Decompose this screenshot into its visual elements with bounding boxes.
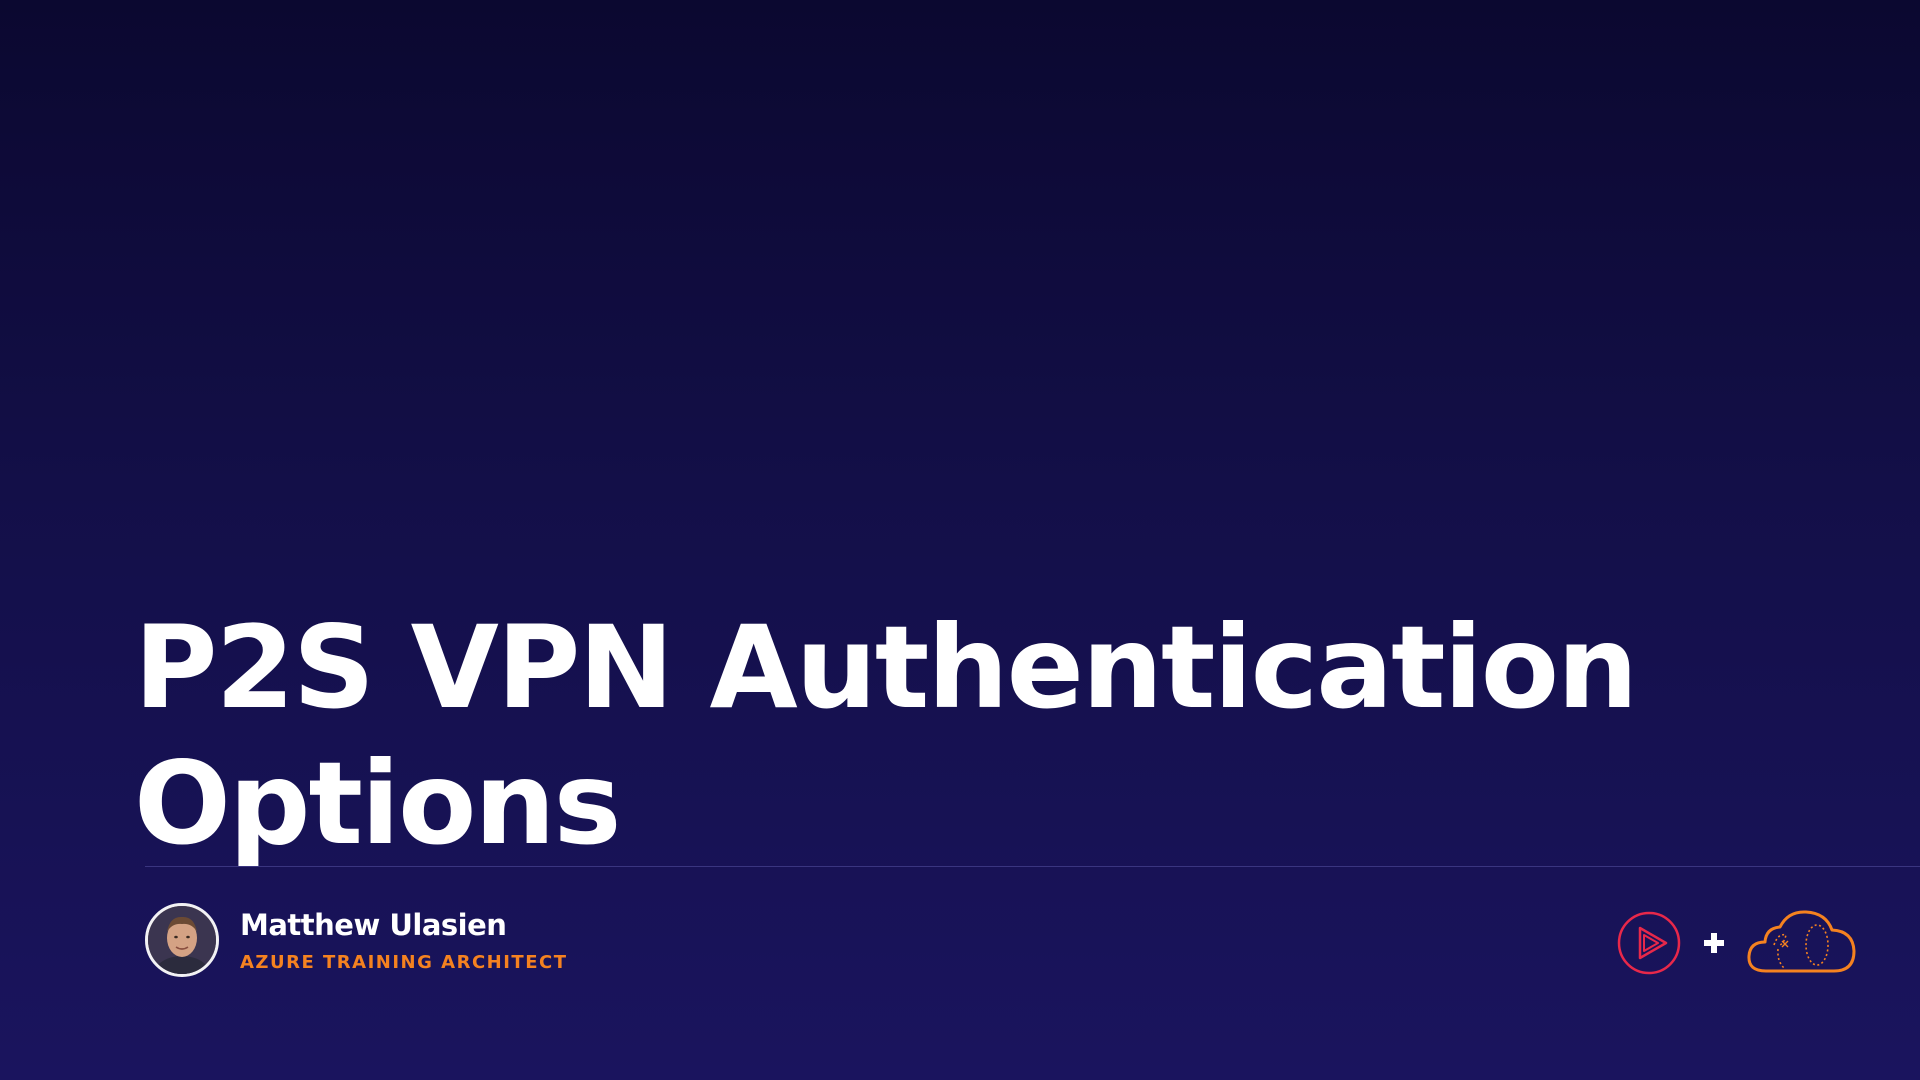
pluralsight-play-icon [1617,911,1681,975]
acloudguru-cloud-icon [1747,910,1856,973]
slide-title-line-2: Options [134,737,621,870]
presenter-avatar [145,903,219,977]
slide-title: P2S VPN Authentication Options [134,600,1734,872]
title-divider [145,866,1920,867]
slide-title-line-1: P2S VPN Authentication [134,601,1638,734]
presenter-role: AZURE TRAINING ARCHITECT [240,952,568,973]
avatar-portrait-icon [148,906,216,974]
presenter-name: Matthew Ulasien [240,908,507,942]
title-slide: P2S VPN Authentication Options Matthew U… [0,0,1920,1080]
plus-icon [1704,933,1724,953]
